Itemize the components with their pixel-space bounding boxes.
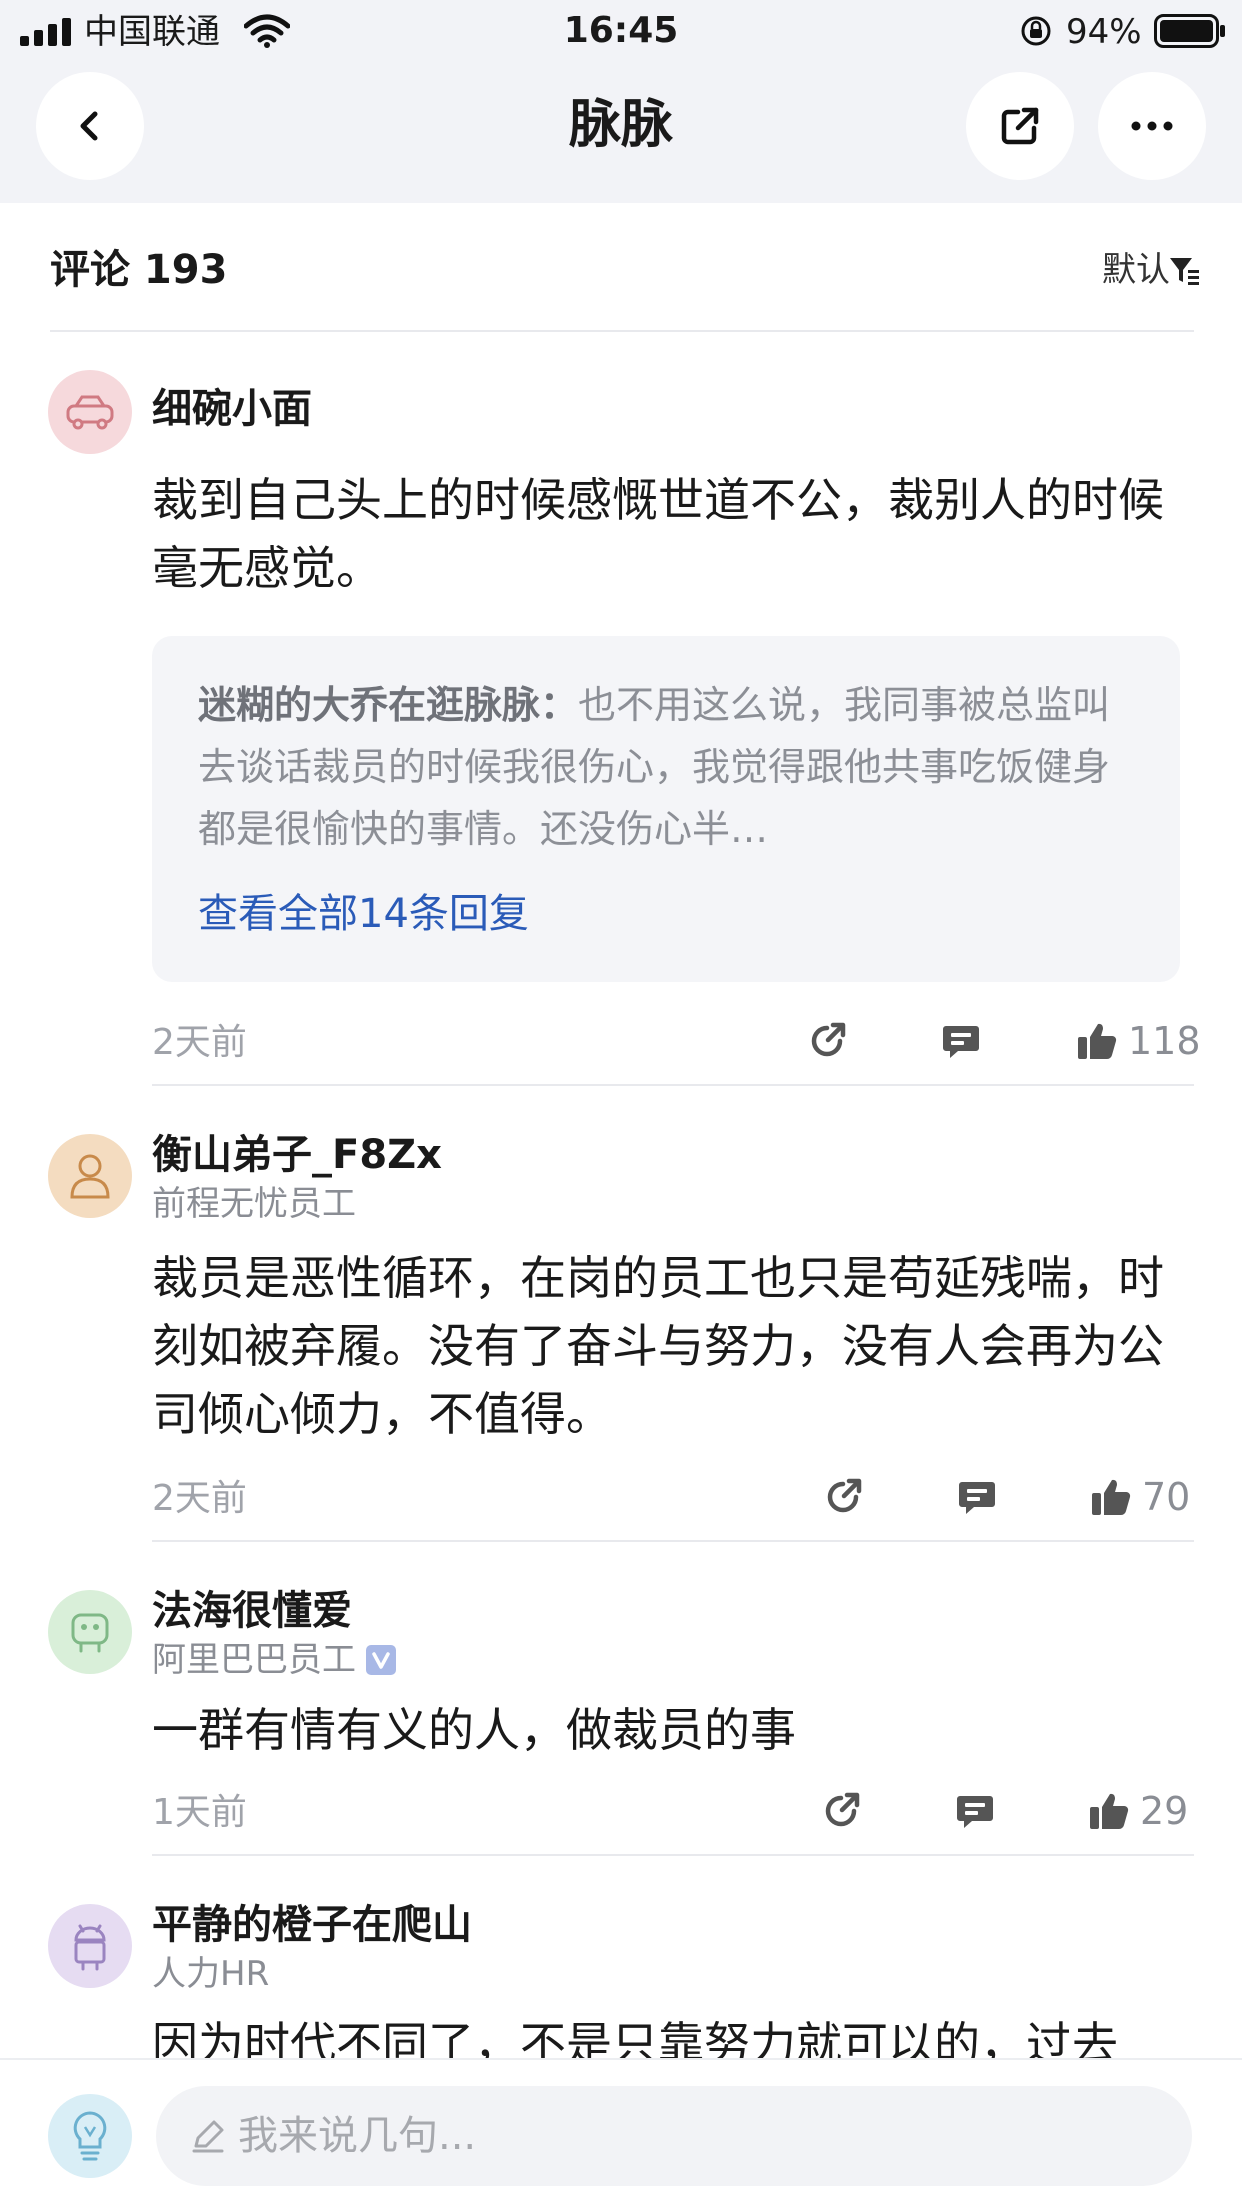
more-button[interactable] <box>1098 72 1206 180</box>
pencil-icon <box>192 2120 224 2153</box>
reply-icon[interactable] <box>956 1476 998 1518</box>
status-bar: 中国联通 16:45 94% <box>0 0 1242 62</box>
divider <box>50 330 1194 332</box>
author-company-row: 阿里巴巴员工 <box>152 1638 396 1682</box>
comment-author[interactable]: 细碗小面 <box>152 384 312 434</box>
battery-percentage: 94% <box>1066 12 1142 52</box>
sort-toggle[interactable]: 默认 <box>1102 248 1170 292</box>
share-button[interactable] <box>966 72 1074 180</box>
like-count: 29 <box>1140 1789 1189 1833</box>
like-icon[interactable] <box>1076 1020 1118 1062</box>
external-share-icon <box>1001 107 1039 145</box>
comment-time: 1天前 <box>152 1792 247 1833</box>
reply-icon[interactable] <box>954 1790 996 1832</box>
repost-icon[interactable] <box>820 1790 862 1832</box>
comment-text: 裁员是恶性循环，在岗的员工也只是苟延残喘，时刻如被弃履。没有了奋斗与努力，没有人… <box>152 1251 1164 1441</box>
comment-time: 2天前 <box>152 1478 247 1519</box>
comment-input-bar: 我来说几句... <box>0 2058 1242 2210</box>
my-avatar[interactable] <box>48 2094 132 2178</box>
android-avatar-icon <box>74 1924 106 1971</box>
reply-author: 迷糊的大乔在逛脉脉： <box>198 683 579 727</box>
author-company: 阿里巴巴员工 <box>152 1640 356 1680</box>
comment-author[interactable]: 法海很懂爱 <box>152 1586 352 1636</box>
divider <box>152 1084 1194 1086</box>
repost-icon[interactable] <box>806 1020 848 1062</box>
divider <box>152 1854 1194 1856</box>
filter-icon[interactable] <box>1168 254 1200 286</box>
more-dots-icon <box>1131 121 1173 131</box>
avatar[interactable] <box>48 1134 132 1218</box>
comment-count: 评论 193 <box>50 247 228 293</box>
like-icon[interactable] <box>1090 1476 1132 1518</box>
comment-author[interactable]: 衡山弟子_F8Zx <box>152 1130 442 1180</box>
comment-time: 2天前 <box>152 1022 247 1063</box>
view-all-replies-link[interactable]: 查看全部14条回复 <box>198 886 529 942</box>
divider <box>152 1540 1194 1542</box>
robot-avatar-icon <box>71 1613 109 1653</box>
reply-icon[interactable] <box>940 1020 982 1062</box>
orientation-lock-icon <box>1021 16 1051 46</box>
lightbulb-avatar-icon <box>73 2111 107 2161</box>
like-count: 118 <box>1128 1019 1201 1063</box>
car-avatar-icon <box>66 395 114 430</box>
verified-badge-icon <box>366 1645 396 1675</box>
like-icon[interactable] <box>1088 1790 1130 1832</box>
comments-header: 评论 193 默认 <box>0 230 1242 330</box>
repost-icon[interactable] <box>822 1476 864 1518</box>
author-company: 人力HR <box>152 1954 270 1994</box>
battery-icon <box>1154 14 1225 48</box>
comment-text: 裁到自己头上的时候感慨世道不公，裁别人的时候毫无感觉。 <box>152 473 1164 595</box>
like-count: 70 <box>1142 1475 1191 1519</box>
clock: 16:45 <box>563 10 679 51</box>
top-bar: 中国联通 16:45 94% 脉脉 <box>0 0 1242 203</box>
reply-preview[interactable]: 迷糊的大乔在逛脉脉：也不用这么说，我同事被总监叫去谈话裁员的时候我很伤心，我觉得… <box>152 636 1180 982</box>
author-company: 前程无忧员工 <box>152 1184 356 1224</box>
input-placeholder: 我来说几句... <box>238 2113 477 2159</box>
comment-text: 一群有情有义的人，做裁员的事 <box>152 1703 796 1757</box>
person-avatar-icon <box>70 1154 110 1199</box>
reply-preview-text: 迷糊的大乔在逛脉脉：也不用这么说，我同事被总监叫去谈话裁员的时候我很伤心，我觉得… <box>198 674 1118 860</box>
avatar[interactable] <box>48 370 132 454</box>
comment-author[interactable]: 平静的橙子在爬山 <box>152 1900 472 1950</box>
comment-input[interactable]: 我来说几句... <box>156 2086 1192 2186</box>
avatar[interactable] <box>48 1590 132 1674</box>
avatar[interactable] <box>48 1904 132 1988</box>
